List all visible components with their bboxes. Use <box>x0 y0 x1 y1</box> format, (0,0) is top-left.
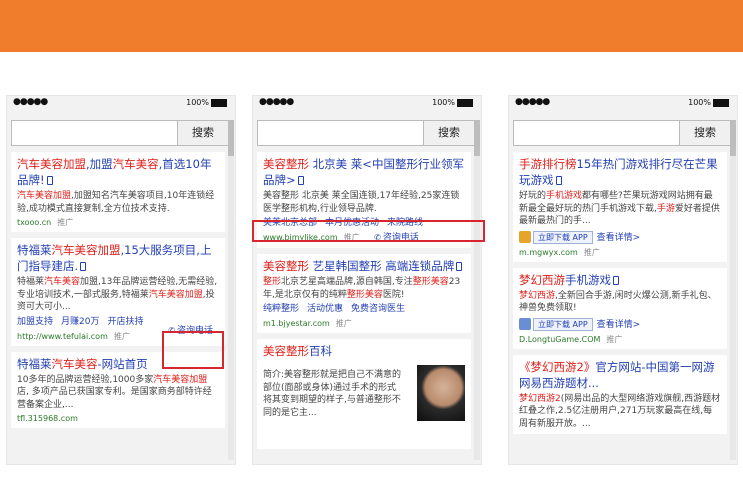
result-description: 梦幻西游2(网易出品的大型网络游戏旗舰,西游题材红叠之作,2.5亿注册用户,27… <box>519 393 721 429</box>
phone-mockup-cosmetic-surgery: ●●●●● 100% 搜索 美容整形 北京美 莱<中国整形行业领军品牌> 美容整… <box>252 95 482 465</box>
results-list: 美容整形 北京美 莱<中国整形行业领军品牌> 美容整形 北京美 莱全国连锁,17… <box>257 152 471 455</box>
scrollbar-thumb[interactable] <box>474 120 480 156</box>
result-card: 手游排行榜15年热门游戏排行尽在芒果玩游戏 好玩的手机游戏都有哪些?芒果玩游戏网… <box>513 152 727 262</box>
mobile-icon <box>297 176 304 185</box>
signal-icon: ●●●●● <box>515 97 550 107</box>
scrollbar-thumb[interactable] <box>228 120 234 156</box>
sitelink[interactable]: 开店扶持 <box>107 317 143 327</box>
scrollbar[interactable] <box>228 120 234 460</box>
result-title[interactable]: 梦幻西游手机游戏 <box>519 272 721 288</box>
search-input[interactable] <box>258 121 418 145</box>
status-bar: ●●●●● 100% <box>253 96 481 112</box>
result-title[interactable]: 美容整形百科 <box>263 343 465 359</box>
search-input[interactable] <box>514 121 674 145</box>
battery-text: 100% <box>186 98 209 107</box>
search-bar: 搜索 <box>11 120 229 146</box>
status-bar: ●●●●● 100% <box>7 96 235 112</box>
sitelink[interactable]: 加盟支持 <box>17 317 53 327</box>
battery-text: 100% <box>688 98 711 107</box>
ad-label: 推广 <box>57 218 74 227</box>
ad-label: 推广 <box>606 334 623 344</box>
result-description: 好玩的手机游戏都有哪些?芒果玩游戏网站拥有最新最全最好玩的热门手机游戏下载,手游… <box>519 191 720 226</box>
search-button[interactable]: 搜索 <box>423 121 474 145</box>
result-description: 特福莱汽车美容加盟,13年品牌运营经验,无需经验,专业培训技术,一部式服务,特福… <box>17 277 218 312</box>
result-card: 美容整形 艺星韩国整形 高端连锁品牌 整形北京艺星高端品牌,源自韩国,专注整形美… <box>257 254 471 333</box>
battery-icon <box>211 98 227 107</box>
search-bar: 搜索 <box>513 120 731 146</box>
result-description: 汽车美容加盟,加盟知名汽车美容项目,10年连锁经验,成功模式直接复制,全方位技术… <box>17 191 215 214</box>
result-card: 美容整形百科 简介:美容整形就是把自己不满意的部位(面部或身体)通过手术的形式将… <box>257 339 471 449</box>
mobile-icon <box>46 176 53 185</box>
result-url: D.LongtuGame.COM 推广 <box>519 334 623 344</box>
search-button[interactable]: 搜索 <box>177 121 228 145</box>
app-download-row: 立即下载 APP 查看详情> <box>519 230 721 245</box>
results-list: 手游排行榜15年热门游戏排行尽在芒果玩游戏 好玩的手机游戏都有哪些?芒果玩游戏网… <box>513 152 727 440</box>
sitelink[interactable]: 活动优惠 <box>307 304 343 314</box>
result-title[interactable]: 美容整形 艺星韩国整形 高端连锁品牌 <box>263 258 465 274</box>
app-icon <box>519 230 531 243</box>
phone-mockup-mobile-games: ●●●●● 100% 搜索 手游排行榜15年热门游戏排行尽在芒果玩游戏 好玩的手… <box>508 95 738 465</box>
details-link[interactable]: 查看详情> <box>597 320 641 330</box>
results-list: 汽车美容加盟,加盟汽车美容,首选10年品牌! 汽车美容加盟,加盟知名汽车美容项目… <box>11 152 225 434</box>
status-bar: ●●●●● 100% <box>509 96 737 112</box>
ad-label: 推广 <box>113 331 130 341</box>
result-url: tfl.315968.com <box>17 414 78 423</box>
app-download-row: 立即下载 APP 查看详情> <box>519 317 721 332</box>
result-description: 梦幻西游,全新回合手游,闲时火爆公测,新手礼包、神兽免费领取! <box>519 290 717 314</box>
search-bar: 搜索 <box>257 120 475 146</box>
battery-icon <box>457 98 473 107</box>
search-input[interactable] <box>12 121 172 145</box>
sitelinks: 纯粹整形 活动优惠 免费咨询医生 <box>263 303 465 316</box>
highlight-box <box>162 331 224 369</box>
download-app-button[interactable]: 立即下载 APP <box>533 317 593 331</box>
result-card: 梦幻西游手机游戏 梦幻西游,全新回合手游,闲时火爆公测,新手礼包、神兽免费领取!… <box>513 267 727 349</box>
sitelink[interactable]: 纯粹整形 <box>263 304 299 314</box>
search-button[interactable]: 搜索 <box>679 121 730 145</box>
scrollbar[interactable] <box>730 120 736 460</box>
result-title[interactable]: 汽车美容加盟,加盟汽车美容,首选10年品牌! <box>17 156 219 188</box>
result-description: 简介:美容整形就是把自己不满意的部位(面部或身体)通过手术的形式将其变到期望的样… <box>263 370 402 418</box>
mobile-icon <box>613 275 619 285</box>
result-card: 《梦幻西游2》官方网站-中国第一网游网易西游题材... 梦幻西游2(网易出品的大… <box>513 354 727 434</box>
result-url: txooo.cn 推广 <box>17 218 74 227</box>
phone-mockup-car-beauty: ●●●●● 100% 搜索 汽车美容加盟,加盟汽车美容,首选10年品牌! 汽车美… <box>6 95 236 465</box>
result-url: m.mgwyx.com 推广 <box>519 247 600 257</box>
mobile-icon <box>555 176 562 185</box>
ad-label: 推广 <box>335 319 352 328</box>
result-description: 整形北京艺星高端品牌,源自韩国,专注整形美容23年,是北京仅有的纯粹整形美容医院… <box>263 277 461 300</box>
battery-text: 100% <box>432 98 455 107</box>
signal-icon: ●●●●● <box>13 97 48 107</box>
download-app-button[interactable]: 立即下载 APP <box>533 230 593 244</box>
top-banner <box>0 0 743 52</box>
result-title[interactable]: 美容整形 北京美 莱<中国整形行业领军品牌> <box>263 156 465 188</box>
result-title[interactable]: 手游排行榜15年热门游戏排行尽在芒果玩游戏 <box>519 156 721 188</box>
mobile-icon <box>80 262 87 271</box>
battery-icon <box>713 98 729 107</box>
result-card: 汽车美容加盟,加盟汽车美容,首选10年品牌! 汽车美容加盟,加盟知名汽车美容项目… <box>11 152 225 232</box>
highlight-box <box>252 220 485 242</box>
details-link[interactable]: 查看详情> <box>597 233 641 243</box>
ad-label: 推广 <box>583 247 600 257</box>
sitelink[interactable]: 月赚20万 <box>61 317 99 327</box>
signal-icon: ●●●●● <box>259 97 294 107</box>
mobile-icon <box>456 262 463 271</box>
result-title[interactable]: 《梦幻西游2》官方网站-中国第一网游网易西游题材... <box>519 359 721 391</box>
result-title[interactable]: 特福莱汽车美容加盟,15大服务项目,上门指导建店. <box>17 242 219 274</box>
app-icon <box>519 317 531 330</box>
result-thumbnail-image[interactable] <box>417 365 465 421</box>
scrollbar[interactable] <box>474 120 480 460</box>
result-description: 10多年的品牌运营经验,1000多家汽车美容加盟店, 多项产品已获国家专利。是国… <box>17 374 212 410</box>
result-card: 特福莱汽车美容加盟,15大服务项目,上门指导建店. 特福莱汽车美容加盟,13年品… <box>11 238 225 346</box>
result-description: 美容整形 北京美 莱全国连锁,17年经验,25家连锁医学整形机构,行业领导品牌. <box>263 191 460 214</box>
result-url: m1.bjyestar.com 推广 <box>263 319 352 328</box>
sitelink[interactable]: 免费咨询医生 <box>351 304 405 314</box>
scrollbar-thumb[interactable] <box>730 120 736 156</box>
